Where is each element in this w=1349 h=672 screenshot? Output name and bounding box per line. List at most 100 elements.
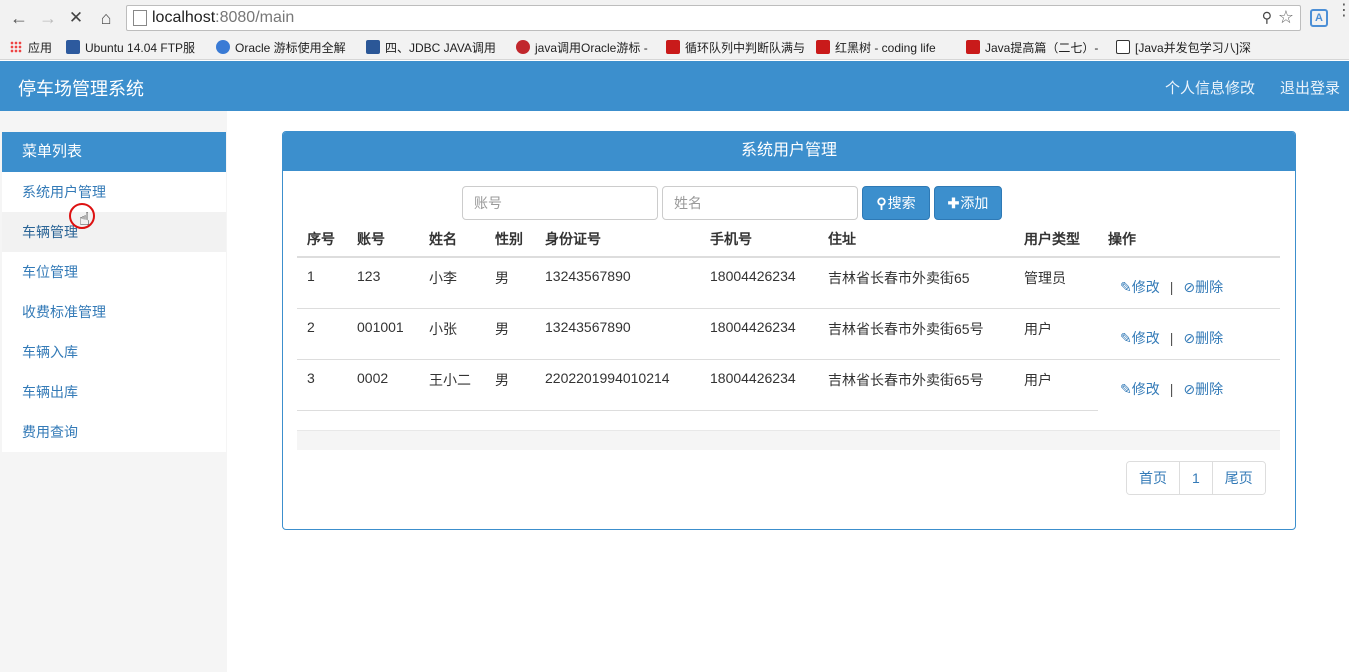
sidebar-item-vehicle-entry[interactable]: 车辆入库 bbox=[2, 332, 226, 372]
cell-id-card: 13243567890 bbox=[535, 257, 700, 309]
extension-icon[interactable]: A bbox=[1310, 9, 1328, 27]
bookmark-favicon-icon bbox=[516, 40, 530, 54]
menu-heading: 菜单列表 bbox=[2, 132, 226, 172]
cell-gender: 男 bbox=[485, 308, 535, 360]
sidebar-item-fee-standards[interactable]: 收费标准管理 bbox=[2, 292, 226, 332]
cell-actions: ✎修改 | ⊘删除 bbox=[1098, 359, 1280, 410]
cell-user-type: 用户 bbox=[1014, 308, 1098, 360]
col-header: 操作 bbox=[1098, 221, 1280, 258]
cell-name: 王小二 bbox=[419, 359, 485, 411]
cell-no: 2 bbox=[297, 308, 347, 360]
sidebar-item-vehicle-exit[interactable]: 车辆出库 bbox=[2, 372, 226, 412]
cell-address: 吉林省长春市外卖街65号 bbox=[818, 308, 1014, 360]
ban-icon: ⊘ bbox=[1183, 279, 1196, 295]
bookmark-favicon-icon bbox=[966, 40, 980, 54]
action-separator: | bbox=[1169, 279, 1174, 295]
address-bar[interactable]: localhost:8080/main ⚲ ☆ bbox=[126, 5, 1301, 31]
col-header: 用户类型 bbox=[1014, 221, 1098, 258]
home-icon[interactable]: ⌂ bbox=[96, 8, 116, 28]
user-management-panel: 系统用户管理 ⚲搜索 ✚添加 序号 账号 姓名 性别 身份证号 手机号 住址 用… bbox=[282, 131, 1296, 530]
search-button[interactable]: ⚲搜索 bbox=[862, 186, 930, 220]
col-header: 身份证号 bbox=[535, 221, 700, 258]
cell-address: 吉林省长春市外卖街65 bbox=[818, 257, 1014, 309]
panel-title: 系统用户管理 bbox=[283, 132, 1295, 171]
sidebar-item-vehicles[interactable]: 车辆管理 bbox=[2, 212, 226, 252]
table-row: 2 001001 小张 男 13243567890 18004426234 吉林… bbox=[297, 308, 1280, 360]
forward-arrow-icon[interactable]: → bbox=[38, 8, 58, 28]
cell-account: 0002 bbox=[347, 359, 419, 411]
bookmark-favicon-icon bbox=[1116, 40, 1130, 54]
pagination: 首页 1 尾页 bbox=[1126, 461, 1266, 495]
name-search-input[interactable] bbox=[662, 186, 858, 220]
bookmark-item[interactable]: 循环队列中判断队满与 bbox=[666, 39, 806, 57]
delete-link[interactable]: ⊘删除 bbox=[1183, 379, 1223, 399]
profile-edit-link[interactable]: 个人信息修改 bbox=[1165, 77, 1255, 98]
col-header: 住址 bbox=[818, 221, 1014, 258]
search-icon: ⚲ bbox=[876, 195, 887, 211]
bookmark-favicon-icon bbox=[366, 40, 380, 54]
add-button[interactable]: ✚添加 bbox=[934, 186, 1002, 220]
pencil-icon: ✎ bbox=[1120, 329, 1132, 346]
action-separator: | bbox=[1169, 380, 1174, 397]
bookmarks-bar: 应用 Ubuntu 14.04 FTP服 Oracle 游标使用全解 四、JDB… bbox=[0, 36, 1349, 60]
bookmark-star-icon[interactable]: ☆ bbox=[1278, 7, 1294, 28]
bookmark-item[interactable]: 四、JDBC JAVA调用 bbox=[366, 39, 506, 57]
col-header: 性别 bbox=[485, 221, 535, 258]
cell-address: 吉林省长春市外卖街65号 bbox=[818, 359, 1014, 411]
col-header: 序号 bbox=[297, 221, 347, 258]
bookmark-item[interactable]: [Java并发包学习八]深 bbox=[1116, 39, 1256, 57]
first-page-button[interactable]: 首页 bbox=[1127, 462, 1179, 494]
key-icon[interactable]: ⚲ bbox=[1262, 9, 1272, 26]
cell-gender: 男 bbox=[485, 257, 535, 309]
bookmark-item[interactable]: 红黑树 - coding life bbox=[816, 39, 956, 57]
logout-link[interactable]: 退出登录 bbox=[1280, 77, 1340, 98]
col-header: 姓名 bbox=[419, 221, 485, 258]
table-row: 3 0002 王小二 男 2202201994010214 1800442623… bbox=[297, 359, 1280, 411]
delete-link[interactable]: ⊘删除 bbox=[1183, 277, 1223, 297]
cell-account: 123 bbox=[347, 257, 419, 309]
sidebar-item-parking-spaces[interactable]: 车位管理 bbox=[2, 252, 226, 292]
table-header-row: 序号 账号 姓名 性别 身份证号 手机号 住址 用户类型 操作 bbox=[297, 221, 1280, 258]
cell-phone: 18004426234 bbox=[700, 257, 818, 309]
delete-link[interactable]: ⊘删除 bbox=[1183, 328, 1223, 348]
apps-grid-icon bbox=[10, 41, 22, 53]
browser-toolbar: ← → ✕ ⌂ localhost:8080/main ⚲ ☆ A ⋮ bbox=[0, 0, 1349, 36]
ban-icon: ⊘ bbox=[1183, 380, 1196, 397]
bookmark-favicon-icon bbox=[66, 40, 80, 54]
mouse-cursor-icon: ☝ bbox=[69, 203, 95, 231]
col-header: 手机号 bbox=[700, 221, 818, 258]
table-row: 1 123 小李 男 13243567890 18004426234 吉林省长春… bbox=[297, 257, 1280, 309]
cell-gender: 男 bbox=[485, 359, 535, 411]
cell-name: 小李 bbox=[419, 257, 485, 309]
browser-menu-icon[interactable]: ⋮ bbox=[1336, 3, 1349, 19]
cell-actions: ✎修改 | ⊘删除 bbox=[1098, 257, 1280, 309]
bookmark-item[interactable]: Ubuntu 14.04 FTP服 bbox=[66, 39, 206, 57]
stop-loading-icon[interactable]: ✕ bbox=[66, 8, 86, 28]
bookmark-item[interactable]: java调用Oracle游标 - bbox=[516, 39, 656, 57]
last-page-button[interactable]: 尾页 bbox=[1211, 462, 1265, 494]
account-search-input[interactable] bbox=[462, 186, 658, 220]
cell-id-card: 13243567890 bbox=[535, 308, 700, 360]
sidebar-item-fee-query[interactable]: 费用查询 bbox=[2, 412, 226, 452]
table-footer-bar bbox=[297, 430, 1280, 450]
pencil-icon: ✎ bbox=[1120, 380, 1132, 397]
brand-title[interactable]: 停车场管理系统 bbox=[18, 75, 144, 101]
bookmark-item[interactable]: Java提高篇（二七）- bbox=[966, 39, 1106, 57]
edit-link[interactable]: ✎修改 bbox=[1120, 328, 1160, 348]
plus-icon: ✚ bbox=[947, 195, 960, 211]
sidebar-item-system-users[interactable]: 系统用户管理 bbox=[2, 172, 226, 212]
page-icon bbox=[133, 10, 147, 26]
edit-link[interactable]: ✎修改 bbox=[1120, 277, 1160, 297]
bookmark-apps[interactable]: 应用 bbox=[10, 39, 60, 57]
cell-user-type: 用户 bbox=[1014, 359, 1098, 411]
sidebar: 菜单列表 系统用户管理 车辆管理 车位管理 收费标准管理 车辆入库 车辆出库 费… bbox=[0, 111, 227, 672]
address-url[interactable]: localhost:8080/main bbox=[152, 9, 294, 27]
page-number-button[interactable]: 1 bbox=[1179, 462, 1212, 494]
app-header: 停车场管理系统 个人信息修改 退出登录 bbox=[0, 61, 1349, 111]
edit-link[interactable]: ✎修改 bbox=[1120, 379, 1160, 399]
cell-account: 001001 bbox=[347, 308, 419, 360]
back-arrow-icon[interactable]: ← bbox=[9, 8, 29, 28]
bookmark-item[interactable]: Oracle 游标使用全解 bbox=[216, 39, 356, 57]
cell-actions: ✎修改 | ⊘删除 bbox=[1098, 308, 1280, 360]
users-table: 序号 账号 姓名 性别 身份证号 手机号 住址 用户类型 操作 1 123 小李… bbox=[297, 221, 1280, 411]
